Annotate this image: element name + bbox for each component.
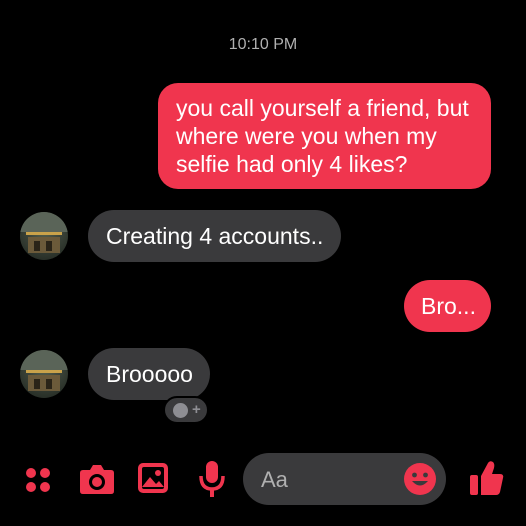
emoji-icon[interactable] — [403, 462, 437, 496]
thumbs-up-icon[interactable] — [469, 459, 505, 497]
contact-avatar[interactable] — [20, 350, 68, 398]
message-input-container — [243, 453, 446, 505]
message-timestamp: 10:10 PM — [228, 36, 298, 53]
incoming-message[interactable]: Brooooo — [88, 348, 210, 400]
outgoing-message[interactable]: you call yourself a friend, but where we… — [158, 83, 491, 189]
image-icon[interactable] — [137, 462, 169, 494]
camera-icon[interactable] — [79, 462, 115, 496]
message-input[interactable] — [259, 466, 403, 494]
microphone-icon[interactable] — [198, 460, 226, 498]
contact-avatar[interactable] — [20, 212, 68, 260]
incoming-message[interactable]: Creating 4 accounts.. — [88, 210, 341, 262]
emoji-icon — [173, 403, 188, 418]
plus-icon: + — [192, 401, 201, 418]
add-reaction-button[interactable]: + — [163, 396, 209, 424]
menu-dots-icon[interactable] — [24, 466, 52, 494]
outgoing-message[interactable]: Bro... — [404, 280, 491, 332]
